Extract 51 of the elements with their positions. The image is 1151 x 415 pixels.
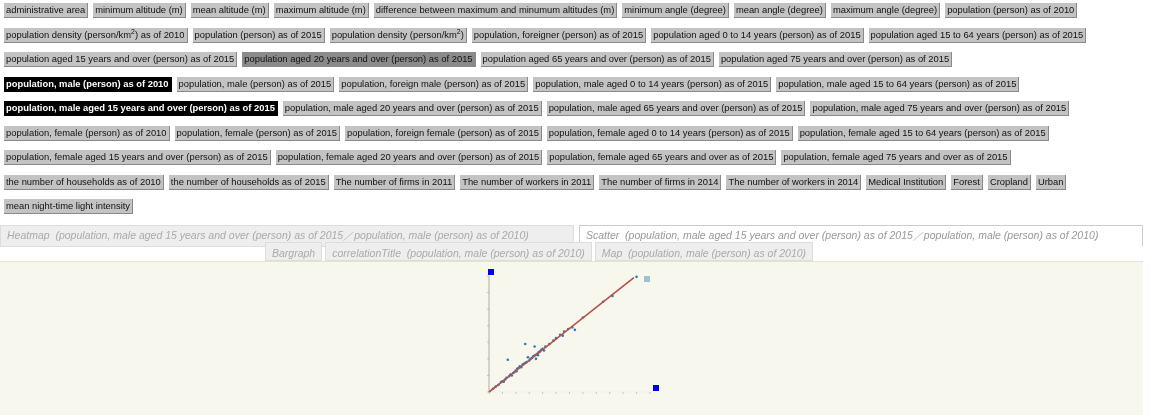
variable-tag[interactable]: population density (person/km$^{2}$) as of 2010 [4,27,188,43]
variable-tag[interactable]: population, foreign female (person) as of 2015 [345,125,542,141]
variable-tag[interactable]: The number of firms in 2014 [599,174,722,190]
variable-tag[interactable]: population aged 15 years and over (person) as of 2015 [4,52,238,67]
variable-tag[interactable]: mean angle (degree) [733,3,826,18]
variable-tag[interactable]: population, male aged 75 years and over (person) as of 2015 [810,101,1070,116]
variable-tag[interactable]: administrative area [4,3,89,18]
variable-tag[interactable]: population, female (person) as of 2015 [174,125,341,141]
variable-tag[interactable]: population, male aged 20 years and over (person) as of 2015 [282,101,542,116]
variable-tag[interactable]: The number of firms in 2011 [333,174,456,190]
variable-tag[interactable]: Forest [951,174,983,190]
variable-tag[interactable]: population, male aged 65 years and over (person) as of 2015 [546,101,806,116]
variable-tag[interactable]: Cropland [987,174,1031,190]
variable-tag[interactable]: Medical Institution [866,174,947,190]
variable-tag[interactable]: maximum angle (degree) [830,3,941,18]
variable-tag[interactable]: population aged 20 years and over (person) as of 2015 [242,52,476,67]
variable-tag[interactable]: population, male (person) as of 2010 [4,76,172,92]
variable-tag[interactable]: population, foreigner (person) as of 2015 [471,27,647,43]
handle-icon[interactable] [644,275,650,282]
variable-tag[interactable]: population aged 65 years and over (person) as of 2015 [480,52,714,67]
variable-tag[interactable]: population aged 0 to 14 years (person) as of 2015 [651,27,864,43]
variable-tag[interactable]: the number of households as of 2010 [4,174,164,190]
variable-tag[interactable]: Urban [1035,174,1067,190]
variable-tag[interactable]: population aged 75 years and over (person) as of 2015 [718,52,953,67]
variable-tag[interactable]: population, foreign male (person) as of 2015 [339,76,529,92]
variable-tag[interactable]: mean altitude (m) [190,3,269,18]
handle-icon[interactable] [488,268,494,275]
variable-tag[interactable]: population, male aged 15 to 64 years (person) as of 2015 [776,76,1020,92]
variable-tag[interactable]: population, female aged 15 to 64 years (person) as of 2015 [797,125,1049,141]
variable-tag[interactable]: population, female aged 15 years and over (person) as of 2015 [4,150,271,165]
handle-icon[interactable] [653,384,659,391]
variable-tag[interactable]: population aged 15 to 64 years (person) as of 2015 [868,27,1087,43]
variable-tag[interactable]: population, female aged 20 years and over (person) as of 2015 [275,150,543,165]
variable-tag[interactable]: the number of households as of 2015 [168,174,329,190]
variable-tag[interactable]: population (person) as of 2010 [945,3,1078,18]
variable-tag[interactable]: population density (person/km$^{2}$) [329,27,467,43]
variable-tag[interactable]: minimum altitude (m) [93,3,186,18]
variable-tag[interactable]: population, female (person) as of 2010 [4,125,170,141]
variable-tag[interactable]: population, male (person) as of 2015 [176,76,335,92]
variable-tag[interactable]: maximum altitude (m) [273,3,369,18]
variable-tag[interactable]: minimum angle (degree) [622,3,729,18]
variable-tag[interactable]: The number of workers in 2011 [460,174,595,190]
variable-tag[interactable]: population (person) as of 2015 [192,27,325,43]
variable-tag[interactable]: population, female aged 0 to 14 years (person) as of 2015 [546,125,793,141]
variable-tag[interactable]: mean night-time light intensity [4,199,134,214]
variable-tag[interactable]: population, male aged 15 years and over (person) as of 2015 [4,101,278,116]
variable-tag[interactable]: population, female aged 65 years and over as of 2015 [547,150,777,165]
variable-tag[interactable]: The number of workers in 2014 [726,174,862,190]
variable-tag[interactable]: difference between maximum and minumum altitudes (m) [373,3,618,18]
variable-tag[interactable]: population, female aged 75 years and over as of 2015 [781,150,1011,165]
variable-tag[interactable]: population, male aged 0 to 14 years (person) as of 2015 [533,76,772,92]
